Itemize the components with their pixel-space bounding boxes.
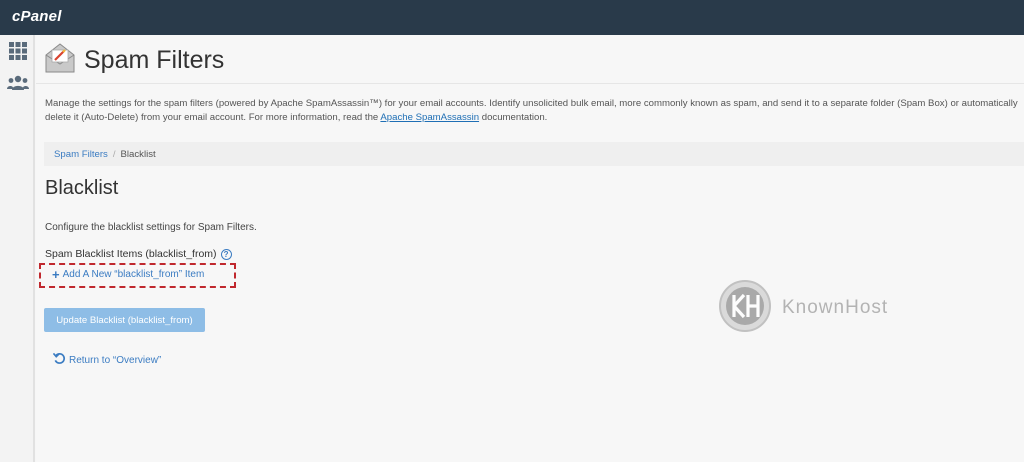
breadcrumb-separator: / bbox=[112, 148, 116, 160]
page-description: Manage the settings for the spam filters… bbox=[45, 97, 1020, 125]
section-title: Blacklist bbox=[45, 177, 119, 199]
section-intro: Configure the blacklist settings for Spa… bbox=[45, 222, 257, 233]
return-arrow-icon bbox=[52, 352, 69, 368]
update-blacklist-button[interactable]: Update Blacklist (blacklist_from) bbox=[44, 308, 205, 332]
blacklist-items-label-text: Spam Blacklist Items (blacklist_from) bbox=[45, 248, 217, 260]
main-content: Spam Filters Manage the settings for the… bbox=[36, 35, 1024, 462]
page-header: Spam Filters bbox=[44, 43, 224, 77]
header-divider bbox=[36, 83, 1024, 84]
return-overview-label: Return to “Overview” bbox=[69, 354, 162, 366]
left-sidebar bbox=[0, 35, 35, 462]
breadcrumb-spam-filters[interactable]: Spam Filters bbox=[54, 149, 108, 160]
help-icon[interactable]: ? bbox=[220, 248, 232, 260]
grid-icon[interactable] bbox=[0, 37, 35, 65]
description-text-end: documentation. bbox=[479, 112, 548, 123]
add-blacklist-item-link[interactable]: + Add A New “blacklist_from” Item bbox=[52, 266, 205, 282]
envelope-icon bbox=[44, 42, 76, 78]
page-title: Spam Filters bbox=[84, 45, 225, 74]
knownhost-brand: KnownHost bbox=[782, 297, 889, 318]
knownhost-logo-icon bbox=[718, 279, 772, 337]
top-bar: cPanel bbox=[0, 0, 1024, 35]
spamassassin-docs-link[interactable]: Apache SpamAssassin bbox=[380, 112, 479, 123]
users-icon[interactable] bbox=[0, 69, 35, 97]
blacklist-items-label: Spam Blacklist Items (blacklist_from) ? bbox=[45, 248, 232, 260]
breadcrumb: Spam Filters / Blacklist bbox=[44, 142, 1024, 166]
cpanel-logo[interactable]: cPanel bbox=[12, 8, 62, 25]
return-overview-link[interactable]: Return to “Overview” bbox=[52, 352, 162, 368]
plus-icon: + bbox=[52, 266, 60, 282]
add-blacklist-item-label: Add A New “blacklist_from” Item bbox=[62, 269, 205, 280]
knownhost-watermark: KnownHost bbox=[718, 279, 888, 337]
breadcrumb-current: Blacklist bbox=[120, 148, 156, 160]
